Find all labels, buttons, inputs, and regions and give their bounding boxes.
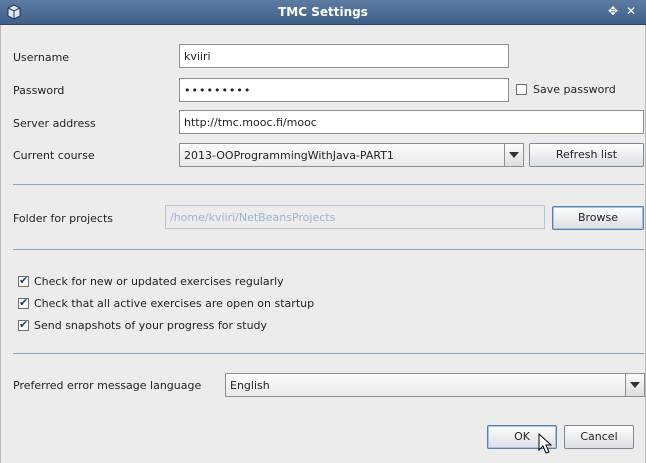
language-label: Preferred error message language: [13, 379, 202, 392]
folder-field: [165, 205, 545, 229]
check-updates-checkbox[interactable]: ✔: [18, 274, 29, 287]
language-select[interactable]: English: [225, 373, 645, 397]
save-password-checkbox[interactable]: [516, 84, 527, 95]
browse-button[interactable]: Browse: [552, 206, 644, 230]
send-snapshots-label: Send snapshots of your progress for stud…: [34, 319, 268, 332]
check-open-checkbox[interactable]: ✔: [18, 296, 29, 309]
mouse-pointer-icon: [538, 433, 552, 454]
separator-1: [13, 184, 644, 185]
language-value: English: [230, 379, 270, 392]
chevron-down-icon[interactable]: [504, 144, 523, 166]
username-field[interactable]: [179, 44, 509, 68]
send-snapshots-checkbox[interactable]: ✔: [18, 318, 29, 331]
password-field[interactable]: [179, 78, 509, 102]
window-title: TMC Settings: [278, 5, 368, 19]
check-updates-label: Check for new or updated exercises regul…: [34, 275, 284, 288]
folder-label: Folder for projects: [13, 212, 114, 225]
separator-3: [13, 353, 644, 354]
close-icon[interactable]: ✕: [624, 4, 638, 18]
check-icon: ✔: [19, 274, 29, 287]
refresh-list-button[interactable]: Refresh list: [529, 143, 644, 167]
maximize-icon[interactable]: ✥: [606, 4, 620, 18]
check-open-label: Check that all active exercises are open…: [34, 297, 315, 310]
check-icon: ✔: [19, 318, 29, 331]
separator-2: [13, 249, 644, 250]
current-course-value: 2013-OOProgrammingWithJava-PART1: [184, 149, 394, 162]
title-bar: TMC Settings ✥ ✕: [0, 0, 646, 25]
password-label: Password: [13, 84, 65, 97]
cancel-button[interactable]: Cancel: [564, 425, 634, 449]
save-password-label: Save password: [533, 83, 616, 96]
current-course-label: Current course: [13, 149, 95, 162]
server-address-label: Server address: [13, 117, 96, 130]
username-label: Username: [13, 51, 70, 64]
server-address-field[interactable]: [179, 110, 644, 134]
current-course-select[interactable]: 2013-OOProgrammingWithJava-PART1: [179, 143, 524, 167]
check-icon: ✔: [19, 296, 29, 309]
chevron-down-icon[interactable]: [625, 374, 644, 396]
